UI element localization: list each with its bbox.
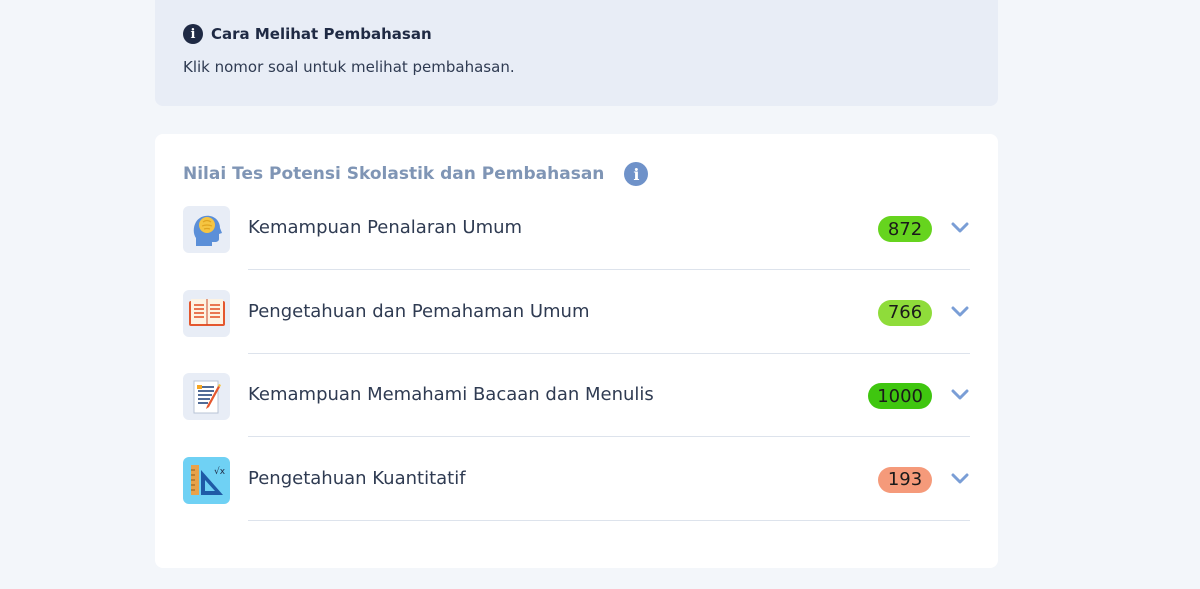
brain-head-icon <box>183 206 230 253</box>
subtest-label: Pengetahuan Kuantitatif <box>248 467 466 489</box>
subtest-row-bacaan-menulis[interactable]: Kemampuan Memahami Bacaan dan Menulis 10… <box>183 373 970 457</box>
subtest-row-penalaran-umum[interactable]: Kemampuan Penalaran Umum 872 <box>183 206 970 290</box>
svg-text:√x: √x <box>214 466 225 477</box>
info-title: Cara Melihat Pembahasan <box>211 25 432 43</box>
score-badge: 193 <box>878 466 932 493</box>
card-title: Nilai Tes Potensi Skolastik dan Pembahas… <box>183 164 605 184</box>
subtest-label: Pengetahuan dan Pemahaman Umum <box>248 300 590 322</box>
ruler-math-icon: √x <box>183 456 230 504</box>
score-badge: 766 <box>878 299 932 326</box>
chevron-down-icon[interactable] <box>950 302 970 322</box>
row-divider <box>248 436 970 437</box>
chevron-down-icon[interactable] <box>950 385 970 405</box>
subtest-row-pengetahuan-umum[interactable]: Pengetahuan dan Pemahaman Umum 766 <box>183 289 970 374</box>
row-divider <box>248 352 970 354</box>
writing-document-icon <box>183 373 230 420</box>
score-badge: 1000 <box>868 383 932 409</box>
info-circle-icon[interactable]: i <box>624 162 649 186</box>
subtest-list: Kemampuan Penalaran Umum 872 Pengetahuan… <box>183 206 970 540</box>
info-text: Klik nomor soal untuk melihat pembahasan… <box>183 58 515 76</box>
score-badge: 872 <box>878 216 932 242</box>
card-header: Nilai Tes Potensi Skolastik dan Pembahas… <box>183 162 970 186</box>
subtest-label: Kemampuan Memahami Bacaan dan Menulis <box>248 384 654 405</box>
chevron-down-icon[interactable] <box>950 218 970 238</box>
row-divider <box>248 519 970 521</box>
score-card: Nilai Tes Potensi Skolastik dan Pembahas… <box>155 134 998 568</box>
info-header: i Cara Melihat Pembahasan <box>183 24 970 44</box>
info-circle-icon: i <box>183 24 203 44</box>
subtest-row-kuantitatif[interactable]: √x Pengetahuan Kuantitatif 193 <box>183 456 970 541</box>
open-book-icon <box>183 289 230 337</box>
subtest-label: Kemampuan Penalaran Umum <box>248 217 523 238</box>
info-box: i Cara Melihat Pembahasan Klik nomor soa… <box>155 0 998 106</box>
chevron-down-icon[interactable] <box>950 469 970 489</box>
row-divider <box>248 269 970 270</box>
